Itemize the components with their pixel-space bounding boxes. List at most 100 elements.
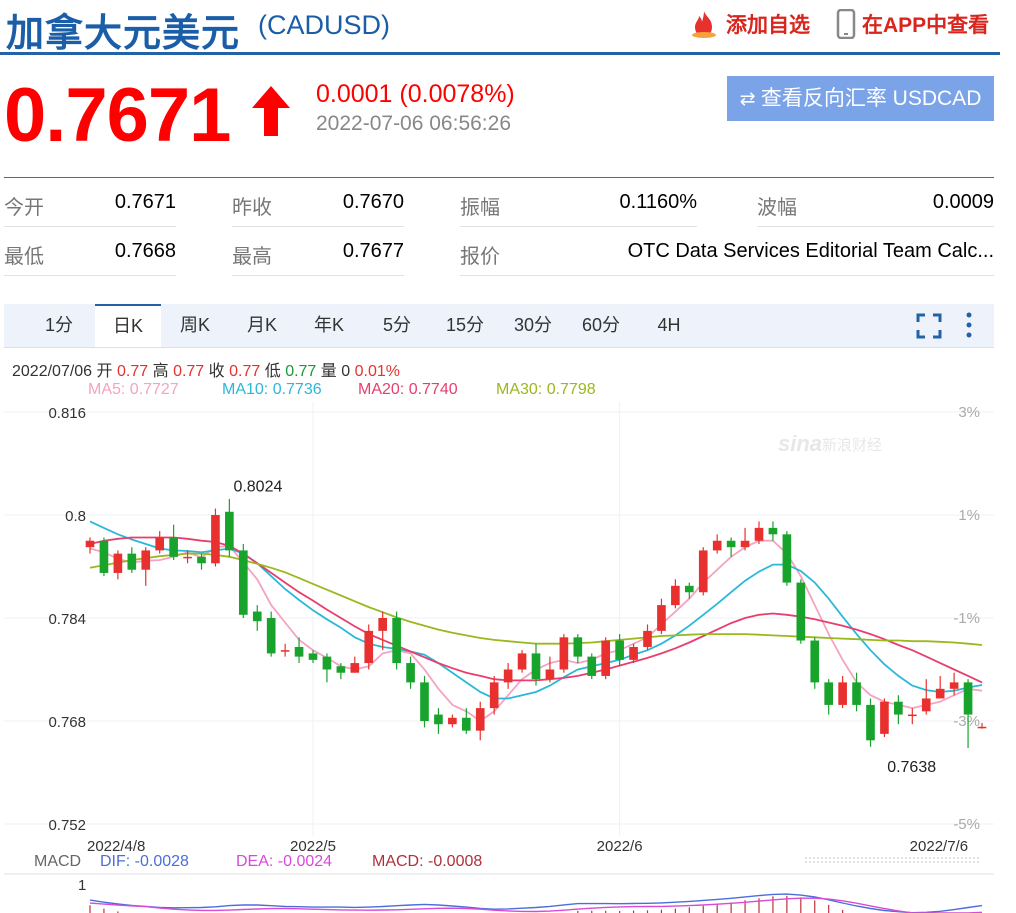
tab-30min[interactable]: 30分 xyxy=(500,304,566,347)
reverse-rate-label: 查看反向汇率 USDCAD xyxy=(760,87,982,110)
fullscreen-icon[interactable] xyxy=(915,312,943,340)
candle-body xyxy=(503,669,513,683)
stat-high-value: 0.7677 xyxy=(342,240,404,262)
macd-dea: DEA: -0.0024 xyxy=(236,853,332,870)
candle-body xyxy=(852,682,861,705)
stats-divider xyxy=(4,177,994,178)
candle-body xyxy=(629,646,638,660)
tab-monthly[interactable]: 月K xyxy=(229,304,295,347)
quote-time: 2022-07-06 06:56:26 xyxy=(316,112,511,135)
ma-line-ma30 xyxy=(89,552,983,646)
current-price: 0.7671 xyxy=(4,73,231,158)
candle-body xyxy=(782,534,792,583)
view-in-app-button[interactable]: 在APP中查看 xyxy=(836,9,989,39)
svg-text:新浪财经: 新浪财经 xyxy=(822,437,882,454)
date-tick-label: 2022/6 xyxy=(597,838,643,855)
percent-tick-label: 3% xyxy=(958,404,980,421)
percent-tick-label: -5% xyxy=(953,816,980,833)
candle-body xyxy=(99,540,109,573)
date-axis: 2022/4/8 2022/5 2022/6 2022/7/6 xyxy=(87,838,968,855)
candle-body xyxy=(894,701,903,715)
candle-body xyxy=(378,618,388,631)
tab-5min[interactable]: 5分 xyxy=(364,304,430,347)
kline-close-label: 收 xyxy=(208,363,225,380)
kline-high-label: 高 xyxy=(152,363,169,380)
candle-body xyxy=(838,682,847,705)
candle-body xyxy=(127,553,137,570)
ma20-label: MA20: 0.7740 xyxy=(358,381,458,398)
candle-body xyxy=(712,540,722,551)
stat-source-value: OTC Data Services Editorial Team Calc... xyxy=(627,240,994,262)
candle-body xyxy=(824,682,834,705)
candle-body xyxy=(796,582,806,641)
kline-close: 0.77 xyxy=(229,363,261,380)
tab-daily[interactable]: 日K xyxy=(95,304,161,347)
stat-source-label: 报价 xyxy=(460,246,500,268)
tab-1min[interactable]: 1分 xyxy=(26,304,92,347)
annotation-label: 0.8024 xyxy=(233,479,282,496)
candle-body xyxy=(726,540,736,548)
macd-value: MACD: -0.0008 xyxy=(372,853,482,870)
macd-panel: MACD DIF: -0.0028 DEA: -0.0024 MACD: -0.… xyxy=(4,853,994,913)
kline-pct: 0.01% xyxy=(354,363,400,380)
stat-range-label: 波幅 xyxy=(757,197,797,219)
stat-amplitude-label: 振幅 xyxy=(460,197,500,219)
tab-4h[interactable]: 4H xyxy=(636,304,702,347)
candle-body xyxy=(657,605,666,631)
tab-weekly[interactable]: 周K xyxy=(162,304,228,347)
candle-body xyxy=(977,726,987,729)
stat-low-label: 最低 xyxy=(4,246,44,268)
stat-range-value: 0.0009 xyxy=(932,191,994,213)
tab-yearly[interactable]: 年K xyxy=(296,304,362,347)
candle-body xyxy=(643,630,652,647)
candle-body xyxy=(364,630,374,664)
candle-body xyxy=(141,550,151,570)
tab-15min[interactable]: 15分 xyxy=(432,304,498,347)
ma-line-ma5 xyxy=(89,539,983,723)
kline-chart[interactable]: sina 新浪财经 0.816 0.8 0.784 0.768 0.752 3% 1% -1… xyxy=(0,400,1000,913)
kline-vol-label: 量 xyxy=(320,363,337,380)
percent-axis: 3% 1% -1% -3% -5% xyxy=(953,404,980,833)
add-favorite-button[interactable]: 添加自选 xyxy=(688,9,810,39)
candle-body xyxy=(880,701,889,734)
date-tick-label: 2022/7/6 xyxy=(910,838,968,855)
candle-body xyxy=(336,666,346,673)
candle-body xyxy=(183,556,192,559)
candle-body xyxy=(475,708,485,731)
more-options-icon[interactable] xyxy=(962,310,976,340)
stat-low-value: 0.7668 xyxy=(114,240,176,262)
candle-body xyxy=(949,682,959,689)
candle-body xyxy=(322,656,332,670)
candle-body xyxy=(545,669,555,680)
stat-underline xyxy=(460,275,994,276)
candle-body xyxy=(197,556,206,564)
currency-code: (CADUSD) xyxy=(258,10,390,40)
page-header: 加拿大元美元 (CADUSD) 添加自选 在APP中查看 xyxy=(0,0,1000,55)
candle-body xyxy=(866,704,875,741)
candle-body xyxy=(768,527,778,535)
tab-60min[interactable]: 60分 xyxy=(568,304,634,347)
stat-amplitude-value: 0.1160% xyxy=(619,191,697,213)
candle-body xyxy=(211,515,220,564)
candle-body xyxy=(573,637,583,657)
svg-text:sina: sina xyxy=(778,431,822,456)
stat-underline xyxy=(232,226,404,227)
phone-icon xyxy=(836,9,856,39)
reverse-rate-button[interactable]: ⇄ 查看反向汇率 USDCAD xyxy=(727,76,994,121)
ma-lines xyxy=(89,520,983,723)
candle-body xyxy=(392,618,401,664)
candle-body xyxy=(698,550,708,593)
price-tick-label: 0.768 xyxy=(48,714,86,731)
candle-body xyxy=(810,640,820,683)
kline-info: 2022/07/06 开 0.77 高 0.77 收 0.77 低 0.77 量… xyxy=(12,357,400,381)
stat-high-label: 最高 xyxy=(232,246,272,268)
kline-open: 0.77 xyxy=(117,363,149,380)
candle-body xyxy=(308,653,318,660)
ma30-label: MA30: 0.7798 xyxy=(496,381,596,398)
candle-body xyxy=(294,646,304,657)
stat-open-label: 今开 xyxy=(4,197,44,219)
candle-body xyxy=(921,698,931,712)
price-tick-label: 0.784 xyxy=(48,611,86,628)
candle-body xyxy=(517,653,527,670)
scroll-handle[interactable] xyxy=(804,856,980,864)
